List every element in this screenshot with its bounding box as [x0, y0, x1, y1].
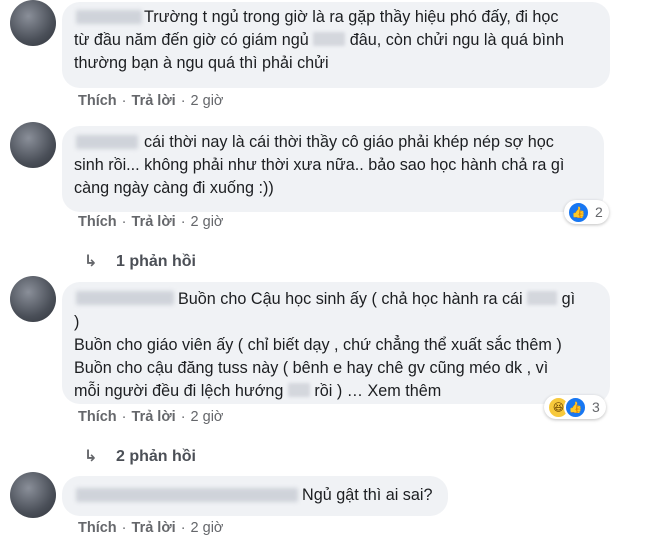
- comment-actions: Thích · Trả lời · 2 giờ: [78, 409, 223, 425]
- like-link[interactable]: Thích: [78, 214, 117, 230]
- comment-text-line: Buồn cho Cậu học sinh ấy ( chả học hành …: [178, 290, 576, 308]
- comment-actions: Thích · Trả lời · 2 giờ: [78, 520, 223, 536]
- like-link[interactable]: Thích: [78, 409, 117, 425]
- comment-actions: Thích · Trả lời · 2 giờ: [78, 93, 223, 109]
- reaction-summary[interactable]: 👍 2: [564, 200, 609, 224]
- reply-link[interactable]: Trả lời: [132, 520, 176, 536]
- reaction-summary[interactable]: 😆 👍 3: [544, 395, 606, 419]
- comment-text-line: từ đầu năm đến giờ có giám ngủ đâu, còn …: [74, 31, 564, 49]
- avatar[interactable]: [10, 472, 56, 518]
- comment-text-line: Trường t ngủ trong giờ là ra gặp thầy hi…: [144, 8, 559, 26]
- separator: ·: [180, 214, 186, 230]
- separator: ·: [180, 93, 186, 109]
- separator: ·: [180, 409, 186, 425]
- view-replies[interactable]: ↳ 1 phản hồi: [84, 251, 196, 271]
- comment-bubble: Buồn cho Cậu học sinh ấy ( chả học hành …: [62, 282, 610, 404]
- comment-actions: Thích · Trả lời · 2 giờ: [78, 214, 223, 230]
- like-link[interactable]: Thích: [78, 93, 117, 109]
- reply-link[interactable]: Trả lời: [132, 93, 176, 109]
- comment-text-line: cái thời nay là cái thời thầy cô giáo ph…: [144, 133, 554, 151]
- view-replies[interactable]: ↳ 2 phản hồi: [84, 446, 196, 466]
- timestamp[interactable]: 2 giờ: [191, 409, 224, 425]
- avatar[interactable]: [10, 0, 56, 46]
- timestamp[interactable]: 2 giờ: [191, 520, 224, 536]
- timestamp[interactable]: 2 giờ: [191, 214, 224, 230]
- author-name-blurred[interactable]: [76, 135, 138, 149]
- comment-bubble: cái thời nay là cái thời thầy cô giáo ph…: [62, 126, 604, 212]
- author-name-blurred[interactable]: [76, 10, 142, 24]
- author-name-blurred[interactable]: [76, 488, 298, 502]
- reply-arrow-icon: ↳: [84, 448, 98, 465]
- reaction-count: 3: [592, 399, 600, 415]
- comment-text-line: thường bạn à ngu quá thì phải chửi: [74, 54, 329, 72]
- censored-word: [287, 383, 310, 397]
- censored-word: [527, 291, 558, 305]
- comment-bubble: Trường t ngủ trong giờ là ra gặp thầy hi…: [62, 2, 610, 88]
- timestamp[interactable]: 2 giờ: [191, 93, 224, 109]
- separator: ·: [121, 520, 127, 536]
- comment-text-line: sinh rồi... không phải như thời xưa nữa.…: [74, 156, 565, 174]
- comment-text-line: mỗi người đều đi lệch hướng rồi ) … Xem …: [74, 382, 442, 400]
- separator: ·: [180, 520, 186, 536]
- reply-arrow-icon: ↳: [84, 253, 98, 270]
- separator: ·: [121, 214, 127, 230]
- comment-text-line: Buồn cho giáo viên ấy ( chỉ biết dạy , c…: [74, 336, 562, 354]
- comment-text-line: Ngủ gật thì ai sai?: [302, 486, 433, 504]
- like-link[interactable]: Thích: [78, 520, 117, 536]
- comment-text-line: Buồn cho cậu đăng tuss này ( bênh e hay …: [74, 359, 549, 377]
- censored-word: [313, 32, 346, 46]
- comment-bubble: Ngủ gật thì ai sai?: [62, 476, 448, 516]
- avatar[interactable]: [10, 276, 56, 322]
- reply-link[interactable]: Trả lời: [132, 214, 176, 230]
- avatar[interactable]: [10, 122, 56, 168]
- reply-link[interactable]: Trả lời: [132, 409, 176, 425]
- separator: ·: [121, 409, 127, 425]
- separator: ·: [121, 93, 127, 109]
- comment-text-line: ): [74, 313, 80, 331]
- reaction-count: 2: [595, 204, 603, 220]
- comment-text-line: càng ngày càng đi xuống :)): [74, 179, 274, 197]
- see-more-link[interactable]: Xem thêm: [367, 382, 441, 400]
- like-icon: 👍: [564, 395, 587, 419]
- like-icon: 👍: [567, 200, 590, 224]
- author-name-blurred[interactable]: [76, 291, 174, 305]
